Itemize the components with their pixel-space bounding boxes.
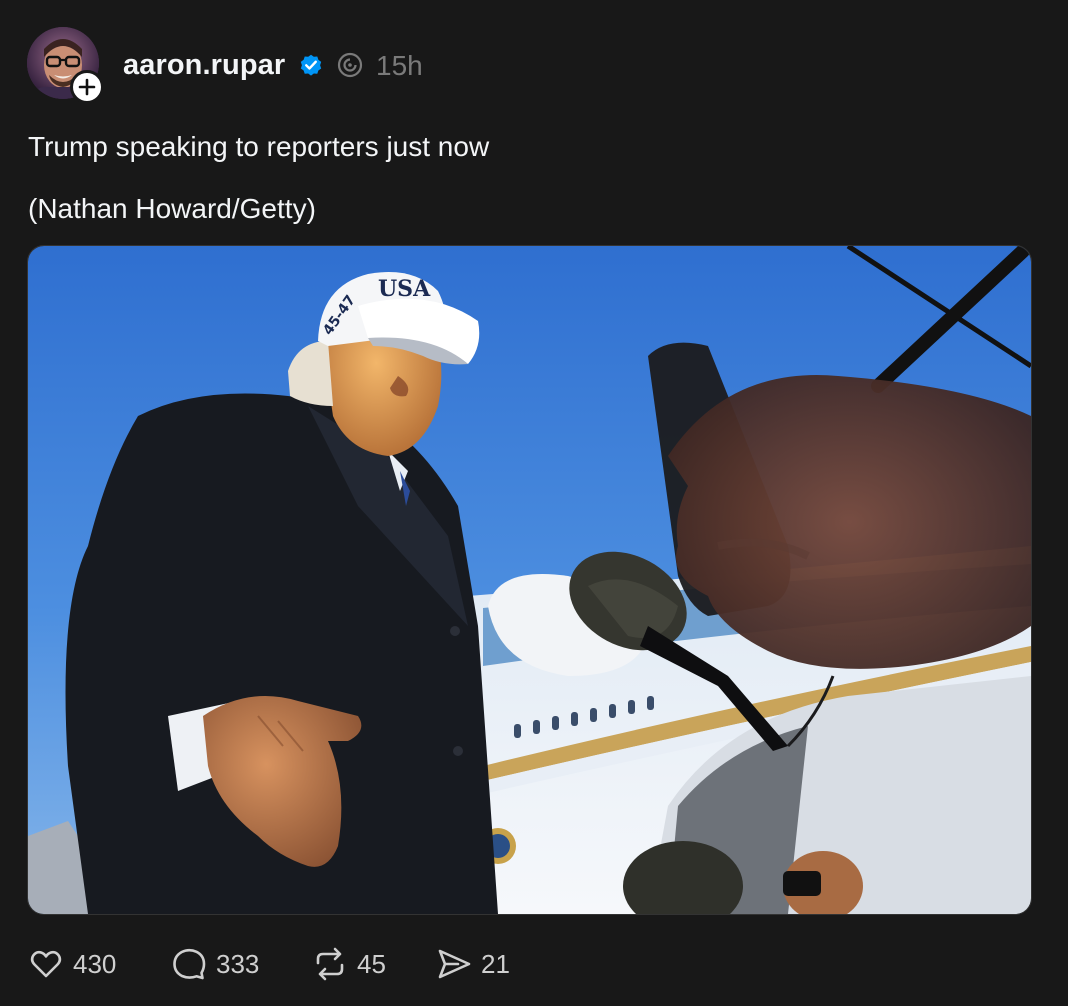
thread-post: aaron.rupar 15h Trump speaking to report… — [0, 0, 1068, 1006]
post-caption-line-2: (Nathan Howard/Getty) — [28, 193, 316, 224]
comment-icon — [173, 948, 206, 980]
repost-icon — [316, 947, 344, 981]
verified-badge-icon — [300, 54, 322, 76]
like-button[interactable]: 430 — [28, 942, 116, 986]
plus-icon — [78, 78, 96, 96]
post-photo[interactable]: USA 45-47 — [27, 245, 1032, 915]
follow-button[interactable] — [70, 70, 104, 104]
threads-fediverse-icon — [337, 52, 363, 78]
repost-button[interactable]: 45 — [312, 942, 386, 986]
press-photo-image: USA 45-47 — [28, 246, 1031, 914]
reply-button[interactable]: 333 — [171, 942, 259, 986]
like-count: 430 — [73, 948, 117, 979]
post-caption-line-1: Trump speaking to reporters just now — [28, 131, 490, 162]
reply-count: 333 — [216, 948, 260, 979]
repost-count: 45 — [357, 948, 386, 979]
hat-front-text: USA — [378, 276, 431, 302]
send-icon — [438, 949, 471, 979]
post-timestamp: 15h — [376, 50, 423, 81]
share-button[interactable]: 21 — [436, 942, 510, 986]
share-count: 21 — [481, 948, 510, 979]
heart-icon — [30, 950, 62, 978]
post-actions: 430 333 45 21 — [28, 942, 628, 986]
username[interactable]: aaron.rupar — [123, 48, 285, 82]
